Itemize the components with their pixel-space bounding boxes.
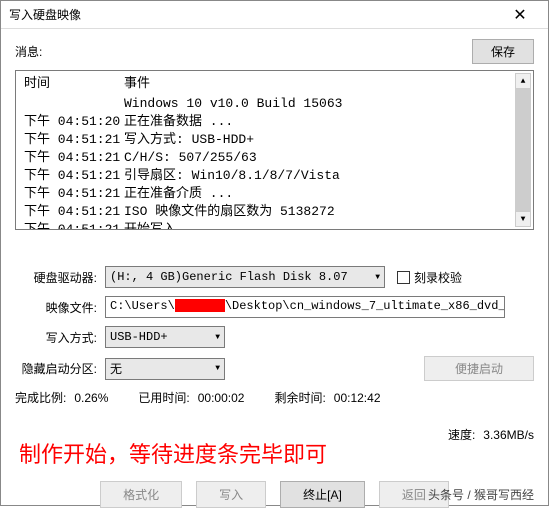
hidden-partition-select[interactable]: 无 ▼ xyxy=(105,358,225,380)
percent-label: 完成比例: xyxy=(15,389,66,406)
log-box: 时间 事件 Windows 10 v10.0 Build 15063下午 04:… xyxy=(15,70,534,230)
checkbox-icon xyxy=(397,271,410,284)
log-event: Windows 10 v10.0 Build 15063 xyxy=(124,95,342,113)
log-event: 写入方式: USB-HDD+ xyxy=(124,131,254,149)
close-icon[interactable]: ✕ xyxy=(500,1,540,29)
overlay-annotation: 制作开始，等待进度条完毕即可 xyxy=(19,437,327,469)
stop-button[interactable]: 终止[A] xyxy=(280,481,365,508)
image-row: 映像文件: C:\Users\ \Desktop\cn_windows_7_ult… xyxy=(15,296,534,318)
mode-label: 写入方式: xyxy=(15,329,105,346)
image-file-input[interactable]: C:\Users\ \Desktop\cn_windows_7_ultimate_… xyxy=(105,296,505,318)
log-event: 正在准备数据 ... xyxy=(124,113,233,131)
speed-value: 3.36MB/s xyxy=(483,428,534,442)
form-section: 硬盘驱动器: (H:, 4 GB)Generic Flash Disk 8.07… xyxy=(15,266,534,508)
verify-label: 刻录校验 xyxy=(414,269,462,286)
log-header-time: 时间 xyxy=(24,75,124,93)
log-line: 下午 04:51:21引导扇区: Win10/8.1/8/7/Vista xyxy=(24,167,525,185)
log-time: 下午 04:51:20 xyxy=(24,113,124,131)
log-time: 下午 04:51:21 xyxy=(24,203,124,221)
log-event: 开始写入 ... xyxy=(124,221,207,230)
image-path-prefix: C:\Users\ xyxy=(110,299,175,313)
log-line: 下午 04:51:20正在准备数据 ... xyxy=(24,113,525,131)
image-label: 映像文件: xyxy=(15,299,105,316)
scroll-track[interactable] xyxy=(515,89,531,211)
redacted-block xyxy=(175,299,225,312)
elapsed-value: 00:00:02 xyxy=(198,391,245,405)
message-label: 消息: xyxy=(15,43,472,60)
log-line: 下午 04:51:21正在准备介质 ... xyxy=(24,185,525,203)
progress-row: 完成比例: 0.26% 已用时间: 00:00:02 剩余时间: 00:12:4… xyxy=(15,389,534,406)
log-time: 下午 04:51:21 xyxy=(24,149,124,167)
write-mode-select[interactable]: USB-HDD+ ▼ xyxy=(105,326,225,348)
elapsed-label: 已用时间: xyxy=(138,389,189,406)
hidden-row: 隐藏启动分区: 无 ▼ 便捷启动 xyxy=(15,356,534,381)
format-button: 格式化 xyxy=(100,481,182,508)
scroll-down-icon[interactable]: ▼ xyxy=(515,211,531,227)
window-title: 写入硬盘映像 xyxy=(9,6,500,23)
save-button[interactable]: 保存 xyxy=(472,39,534,64)
scroll-up-icon[interactable]: ▲ xyxy=(515,73,531,89)
remaining-value: 00:12:42 xyxy=(334,391,381,405)
log-time: 下午 04:51:21 xyxy=(24,131,124,149)
chevron-down-icon: ▼ xyxy=(215,364,220,373)
log-line: 下午 04:51:21ISO 映像文件的扇区数为 5138272 xyxy=(24,203,525,221)
log-event: C/H/S: 507/255/63 xyxy=(124,149,257,167)
log-event: 引导扇区: Win10/8.1/8/7/Vista xyxy=(124,167,340,185)
log-line: Windows 10 v10.0 Build 15063 xyxy=(24,95,525,113)
drive-select[interactable]: (H:, 4 GB)Generic Flash Disk 8.07 ▼ xyxy=(105,266,385,288)
remaining-label: 剩余时间: xyxy=(274,389,325,406)
drive-row: 硬盘驱动器: (H:, 4 GB)Generic Flash Disk 8.07… xyxy=(15,266,534,288)
chevron-down-icon: ▼ xyxy=(215,333,220,342)
message-row: 消息: 保存 xyxy=(15,39,534,64)
hidden-value: 无 xyxy=(110,360,122,377)
titlebar: 写入硬盘映像 ✕ xyxy=(1,1,548,29)
log-event: ISO 映像文件的扇区数为 5138272 xyxy=(124,203,335,221)
log-time: 下午 04:51:21 xyxy=(24,221,124,230)
hidden-label: 隐藏启动分区: xyxy=(15,360,105,377)
log-time: 下午 04:51:21 xyxy=(24,167,124,185)
drive-label: 硬盘驱动器: xyxy=(15,269,105,286)
percent-value: 0.26% xyxy=(74,391,108,405)
mode-row: 写入方式: USB-HDD+ ▼ xyxy=(15,326,534,348)
log-time: 下午 04:51:21 xyxy=(24,185,124,203)
scroll-thumb[interactable] xyxy=(515,89,531,211)
chevron-down-icon: ▼ xyxy=(375,273,380,282)
scrollbar[interactable]: ▲ ▼ xyxy=(515,73,531,227)
write-button: 写入 xyxy=(196,481,266,508)
mode-value: USB-HDD+ xyxy=(110,330,168,344)
log-line: 下午 04:51:21C/H/S: 507/255/63 xyxy=(24,149,525,167)
convenient-boot-button: 便捷启动 xyxy=(424,356,534,381)
log-line: 下午 04:51:21写入方式: USB-HDD+ xyxy=(24,131,525,149)
log-event: 正在准备介质 ... xyxy=(124,185,233,203)
drive-value: (H:, 4 GB)Generic Flash Disk 8.07 xyxy=(110,270,348,284)
log-line: 下午 04:51:21开始写入 ... xyxy=(24,221,525,230)
speed-label: 速度: xyxy=(448,426,475,443)
verify-checkbox[interactable]: 刻录校验 xyxy=(397,269,462,286)
footer-credit: 头条号 / 猴哥写西经 xyxy=(428,486,534,503)
log-header: 时间 事件 xyxy=(24,75,525,93)
log-time xyxy=(24,95,124,113)
image-path-suffix: \Desktop\cn_windows_7_ultimate_x86_dvd_x… xyxy=(225,299,505,313)
log-header-event: 事件 xyxy=(124,75,150,93)
